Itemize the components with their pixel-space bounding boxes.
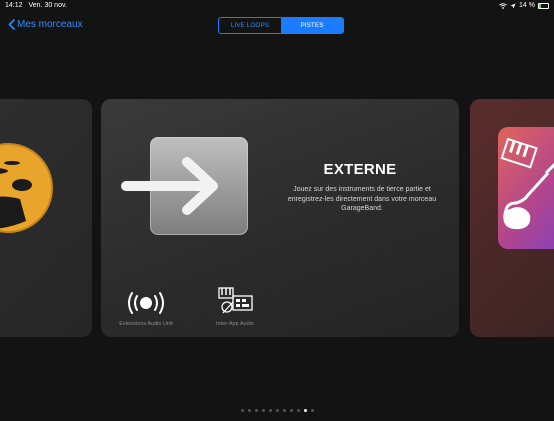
page-dot[interactable]: [282, 409, 286, 412]
extension-audio-unit-label: Extensions Audio Unit: [119, 321, 173, 327]
tab-live-loops[interactable]: LIVE LOOPS: [219, 18, 281, 33]
status-bar: 14:12 Ven. 30 nov. 14 %: [0, 0, 554, 12]
drums-icon: [0, 143, 53, 233]
status-time: 14:12: [5, 2, 23, 9]
inter-app-audio-icon: [218, 287, 253, 314]
card-next-instrument[interactable]: [470, 99, 554, 337]
card-title: EXTERNE: [323, 161, 397, 178]
page-indicator[interactable]: [0, 409, 554, 412]
page-dot[interactable]: [240, 409, 244, 412]
chevron-left-icon: [8, 19, 15, 30]
battery-percent: 14 %: [519, 2, 535, 9]
card-previous-instrument[interactable]: [0, 99, 92, 337]
tab-pistes[interactable]: PISTES: [281, 18, 343, 33]
page-dot[interactable]: [247, 409, 251, 412]
page-dot[interactable]: [296, 409, 300, 412]
arrow-right-icon: [121, 137, 248, 235]
guitar-keyboard-icon: [498, 127, 554, 249]
card-description: Jouez sur des instruments de tierce part…: [287, 186, 437, 212]
mode-segmented-control: LIVE LOOPS PISTES: [218, 17, 344, 34]
back-label: Mes morceaux: [17, 19, 83, 30]
extension-inter-app-audio-label: Inter-App Audio: [216, 321, 254, 327]
back-button[interactable]: Mes morceaux: [8, 19, 83, 30]
page-dot[interactable]: [289, 409, 293, 412]
extension-inter-app-audio[interactable]: [215, 285, 255, 317]
page-dot[interactable]: [268, 409, 272, 412]
garageband-instrument-browser: 14:12 Ven. 30 nov. 14 % Mes morceaux LIV…: [0, 0, 554, 421]
audio-unit-icon: [128, 292, 164, 314]
wifi-icon: [499, 2, 507, 9]
card-externe[interactable]: Extensions Audio Unit Inter-App Audio: [101, 99, 459, 337]
page-dot[interactable]: [303, 409, 307, 412]
page-dot[interactable]: [310, 409, 314, 412]
location-icon: [510, 3, 516, 8]
status-date: Ven. 30 nov.: [28, 2, 67, 9]
page-dot[interactable]: [261, 409, 265, 412]
page-dot[interactable]: [275, 409, 279, 412]
status-left: 14:12 Ven. 30 nov.: [5, 2, 71, 9]
page-dot[interactable]: [254, 409, 258, 412]
status-right: 14 %: [499, 2, 549, 9]
battery-icon: [538, 2, 549, 9]
